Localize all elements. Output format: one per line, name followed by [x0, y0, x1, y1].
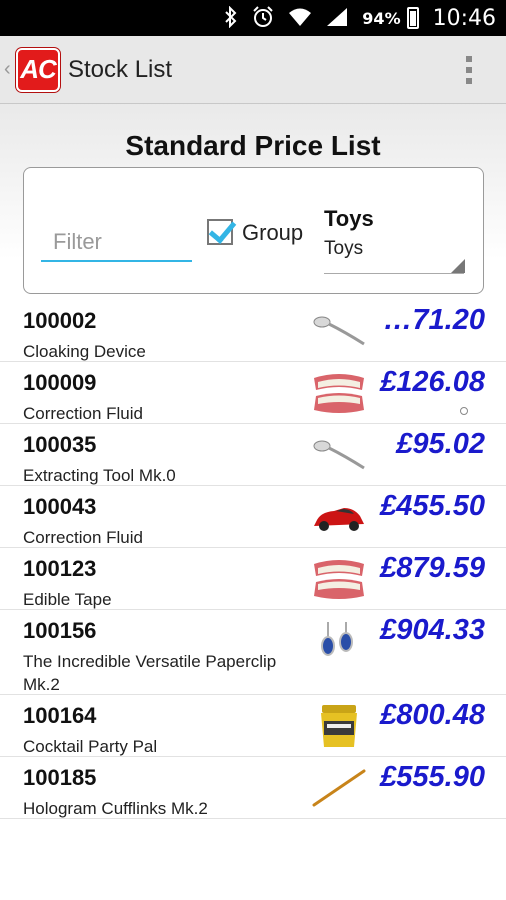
- stick-icon: [310, 765, 368, 811]
- item-code: 100043: [23, 494, 97, 519]
- item-price: £555.90: [380, 761, 485, 793]
- app-logo[interactable]: AC: [16, 47, 60, 92]
- bluetooth-icon: [224, 5, 238, 31]
- wifi-icon: [288, 7, 312, 30]
- item-code: 100164: [23, 703, 97, 728]
- battery-icon: [406, 7, 419, 29]
- category-title: Toys: [324, 206, 374, 231]
- item-price: …71.20: [383, 304, 485, 336]
- spoon-icon: [310, 308, 368, 354]
- price-list-heading: Standard Price List: [125, 130, 381, 161]
- page-title: Stock List: [68, 55, 173, 83]
- item-name: Correction Fluid: [23, 404, 143, 423]
- status-bar: 94% 10:46: [0, 0, 506, 36]
- list-item[interactable]: 100164 Cocktail Party Pal £800.48: [0, 695, 506, 757]
- spinner-underline: [324, 273, 464, 274]
- item-price: £800.48: [380, 699, 485, 731]
- list-item[interactable]: 100043 Correction Fluid £455.50: [0, 486, 506, 548]
- item-price: £95.02: [396, 428, 485, 460]
- item-price: £879.59: [380, 552, 485, 584]
- group-label: Group: [242, 220, 304, 245]
- item-price: £126.08: [380, 366, 485, 398]
- item-price: £904.33: [380, 614, 485, 646]
- list-item[interactable]: 100009 Correction Fluid £126.08: [0, 362, 506, 424]
- stock-list: 100002 Cloaking Device …71.20 100009 Cor…: [0, 300, 506, 819]
- earrings-icon: [310, 618, 368, 674]
- filter-panel: Group Toys Toys: [23, 167, 484, 294]
- item-price: £455.50: [380, 490, 485, 522]
- item-name: Hologram Cufflinks Mk.2: [23, 799, 208, 818]
- category-spinner[interactable]: Toys Toys: [324, 206, 469, 274]
- back-chevron-icon[interactable]: ‹: [4, 58, 16, 81]
- tub-icon: [310, 703, 368, 749]
- alarm-icon: [252, 5, 274, 31]
- car-icon: [310, 494, 368, 540]
- list-item[interactable]: 100002 Cloaking Device …71.20: [0, 300, 506, 362]
- spoon-icon: [310, 432, 368, 478]
- scroll-indicator: [460, 407, 468, 415]
- item-name: The Incredible Versatile Paperclip Mk.2: [23, 652, 277, 694]
- item-name: Extracting Tool Mk.0: [23, 466, 176, 485]
- category-selected: Toys: [324, 238, 364, 259]
- list-item[interactable]: 100123 Edible Tape £879.59: [0, 548, 506, 610]
- list-item[interactable]: 100156 The Incredible Versatile Papercli…: [0, 610, 506, 695]
- item-name: Correction Fluid: [23, 528, 143, 547]
- item-code: 100002: [23, 308, 97, 333]
- overflow-menu-icon[interactable]: [466, 56, 472, 84]
- item-name: Edible Tape: [23, 590, 112, 609]
- item-code: 100035: [23, 432, 97, 457]
- list-item[interactable]: 100185 Hologram Cufflinks Mk.2 £555.90: [0, 757, 506, 819]
- dropdown-arrow-icon: [451, 259, 465, 273]
- item-name: Cocktail Party Pal: [23, 737, 158, 756]
- list-item[interactable]: 100035 Extracting Tool Mk.0 £95.02: [0, 424, 506, 486]
- action-bar: ‹ AC Stock List: [0, 36, 506, 104]
- battery-percent: 94%: [362, 8, 401, 28]
- item-code: 100009: [23, 370, 97, 395]
- dentures-icon: [310, 556, 368, 602]
- item-code: 100123: [23, 556, 97, 581]
- group-checkbox[interactable]: [207, 219, 233, 245]
- clock: 10:46: [432, 5, 496, 31]
- filter-input[interactable]: [41, 220, 192, 262]
- dentures-icon: [310, 370, 368, 416]
- item-name: Cloaking Device: [23, 342, 146, 361]
- signal-icon: [326, 7, 348, 30]
- item-code: 100156: [23, 618, 97, 643]
- item-code: 100185: [23, 765, 97, 790]
